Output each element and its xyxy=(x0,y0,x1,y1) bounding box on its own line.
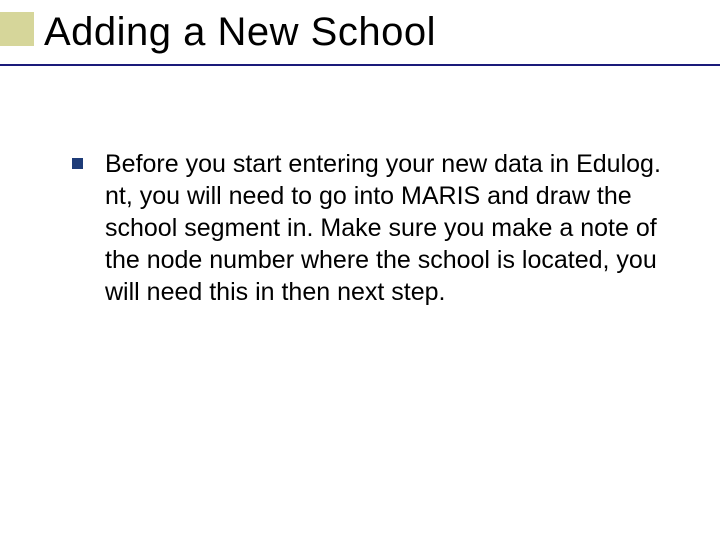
slide-body: Before you start entering your new data … xyxy=(72,148,680,308)
list-item: Before you start entering your new data … xyxy=(72,148,680,308)
bullet-text: Before you start entering your new data … xyxy=(105,148,665,308)
slide: Adding a New School Before you start ent… xyxy=(0,0,720,540)
title-accent-block xyxy=(0,12,34,46)
slide-title: Adding a New School xyxy=(44,10,436,54)
square-bullet-icon xyxy=(72,158,83,169)
title-underline xyxy=(0,64,720,66)
